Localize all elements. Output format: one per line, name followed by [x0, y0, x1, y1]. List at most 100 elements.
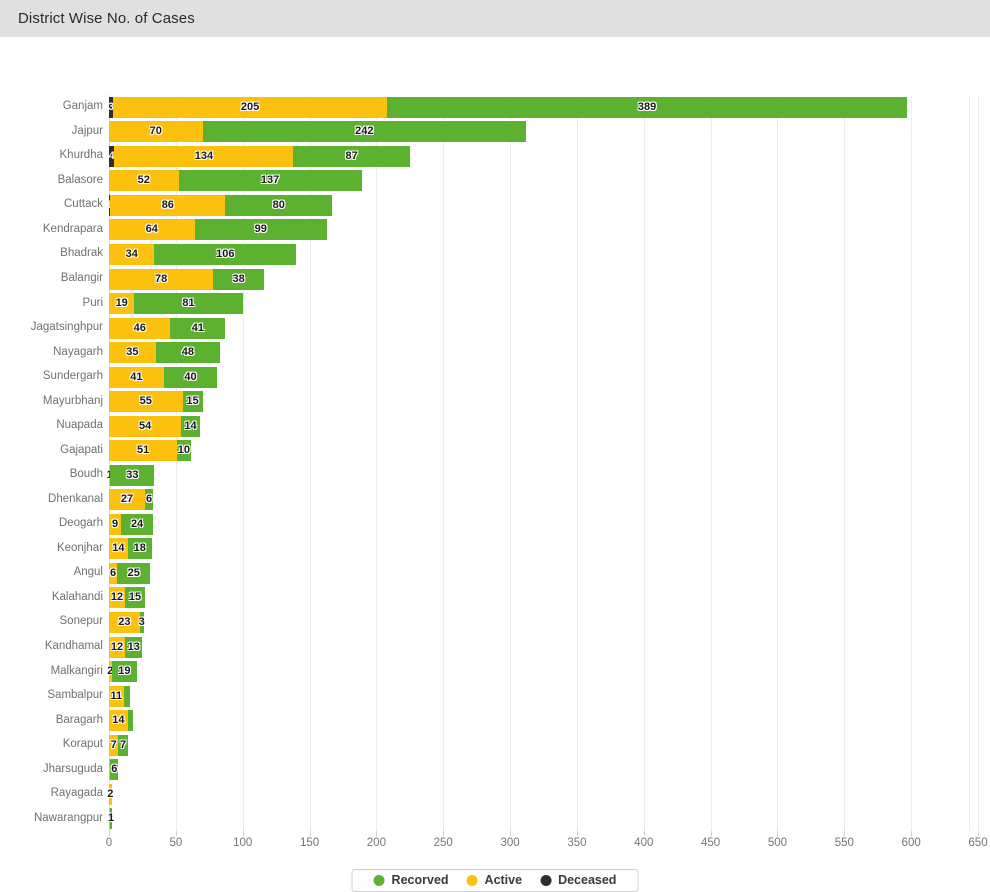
- bar-segment-recovered[interactable]: 106: [154, 243, 297, 265]
- bar-segment-recovered[interactable]: 19: [111, 661, 138, 683]
- bar-segment-recovered[interactable]: 1: [108, 808, 114, 830]
- bar-segment-active[interactable]: 9: [109, 513, 122, 535]
- bar-segment-recovered[interactable]: 99: [194, 219, 327, 241]
- bar-segment-active[interactable]: 27: [109, 489, 146, 511]
- bar-segment-recovered[interactable]: 14: [181, 415, 200, 437]
- bar-segment-active[interactable]: 6: [109, 562, 118, 584]
- bar-segment-active[interactable]: 78: [109, 268, 214, 290]
- bar-segment-active[interactable]: 70: [109, 121, 203, 143]
- bar-row[interactable]: 35 48: [109, 342, 978, 364]
- bar-row[interactable]: 11: [109, 685, 978, 707]
- bar-row[interactable]: 18680: [107, 194, 978, 216]
- bar-segment-active[interactable]: 86: [110, 194, 226, 216]
- bar-segment-recovered[interactable]: 6: [110, 759, 119, 781]
- bar-row[interactable]: 2 19: [107, 661, 978, 683]
- bar-segment-recovered[interactable]: 48: [155, 342, 220, 364]
- bar-value-label: 106: [216, 247, 235, 260]
- bar-segment-recovered[interactable]: 137: [178, 170, 362, 192]
- plot-right-edge: [969, 95, 970, 831]
- bar-segment-active[interactable]: 11: [109, 685, 124, 707]
- bar-segment-active[interactable]: 134: [114, 145, 294, 167]
- bar-row[interactable]: 12 15: [109, 587, 978, 609]
- bar-row[interactable]: 46 41: [109, 317, 978, 339]
- bar-segment-active[interactable]: 41: [109, 366, 164, 388]
- bar-segment-active[interactable]: 64: [109, 219, 195, 241]
- bar-segment-recovered[interactable]: 33: [110, 464, 155, 486]
- bar-segment-recovered[interactable]: 15: [125, 587, 146, 609]
- bar-segment-active[interactable]: 23: [109, 611, 140, 633]
- bar-segment-active[interactable]: 12: [109, 587, 126, 609]
- bar-segment-recovered[interactable]: 87: [293, 145, 410, 167]
- bar-segment-active[interactable]: 55: [109, 391, 183, 413]
- bar-segment-recovered[interactable]: 81: [134, 293, 243, 315]
- bar-value-label: 19: [118, 665, 131, 678]
- bar-segment-recovered[interactable]: 242: [202, 121, 527, 143]
- bar-row[interactable]: 70 242: [109, 121, 978, 143]
- bar-segment-recovered[interactable]: 25: [117, 562, 151, 584]
- bar-segment-recovered[interactable]: [123, 685, 131, 707]
- bar-row[interactable]: 52 137: [109, 170, 978, 192]
- bar-segment-active[interactable]: 7: [109, 734, 119, 756]
- bar-segment-recovered[interactable]: 15: [182, 391, 203, 413]
- bar-segment-recovered[interactable]: 24: [121, 513, 154, 535]
- bar-segment-recovered[interactable]: 80: [225, 194, 333, 216]
- bar-value-label: 13: [127, 640, 140, 653]
- bar-row[interactable]: 19 81: [109, 293, 978, 315]
- x-tick-label: 150: [299, 837, 320, 849]
- bar-row[interactable]: 41 40: [109, 366, 978, 388]
- bar-row[interactable]: 6: [109, 759, 978, 781]
- bar-row[interactable]: 51 10: [109, 440, 978, 462]
- bar-row[interactable]: 2: [107, 783, 978, 805]
- bar-segment-recovered[interactable]: [127, 710, 134, 732]
- bar-value-label: 12: [110, 591, 124, 604]
- bar-row[interactable]: 27 6: [109, 489, 978, 511]
- bar-row[interactable]: 55 15: [109, 391, 978, 413]
- bar-segment-recovered[interactable]: 41: [170, 317, 226, 339]
- bar-row[interactable]: 1: [108, 808, 978, 830]
- bar-row[interactable]: 9 24: [109, 513, 978, 535]
- bar-segment-recovered[interactable]: 18: [127, 538, 152, 560]
- bar-row[interactable]: 12 13: [109, 636, 978, 658]
- bar-segment-active[interactable]: 54: [109, 415, 182, 437]
- bar-row[interactable]: 64 99: [109, 219, 978, 241]
- bar-segment-active[interactable]: 19: [109, 293, 135, 315]
- bar-row[interactable]: 133: [107, 464, 978, 486]
- bar-segment-recovered[interactable]: 6: [145, 489, 154, 511]
- bar-value-label: 64: [145, 223, 158, 236]
- bar-segment-active[interactable]: 205: [113, 96, 388, 118]
- bar-segment-active[interactable]: 35: [109, 342, 156, 364]
- bar-row[interactable]: 77: [109, 734, 978, 756]
- bar-row[interactable]: 34 106: [109, 243, 978, 265]
- bar-row[interactable]: 78 38: [109, 268, 978, 290]
- bar-segment-active[interactable]: 46: [109, 317, 171, 339]
- bar-value-label: 23: [118, 615, 131, 628]
- bar-segment-active[interactable]: 2: [107, 783, 113, 805]
- bar-segment-active[interactable]: 14: [109, 710, 128, 732]
- bar-row[interactable]: 3 205 389: [108, 96, 978, 118]
- bar-value-label: 25: [127, 566, 140, 579]
- bar-segment-recovered[interactable]: 7: [118, 734, 128, 756]
- bar-row[interactable]: 14: [109, 710, 978, 732]
- legend-item[interactable]: Deceased: [531, 874, 625, 887]
- bar-row[interactable]: 23 3: [109, 611, 978, 633]
- bar-segment-recovered[interactable]: 3: [139, 611, 145, 633]
- x-tick-mark: [309, 831, 311, 836]
- bar-segment-active[interactable]: 12: [109, 636, 126, 658]
- bar-segment-recovered[interactable]: 10: [177, 440, 191, 462]
- bar-segment-active[interactable]: 14: [109, 538, 128, 560]
- legend-item[interactable]: Active: [458, 874, 532, 887]
- bar-row[interactable]: 54 14: [109, 415, 978, 437]
- bar-segment-recovered[interactable]: 38: [213, 268, 265, 290]
- bar-segment-recovered[interactable]: 389: [387, 96, 908, 118]
- bar-segment-active[interactable]: 52: [109, 170, 179, 192]
- bar-segment-active[interactable]: 51: [109, 440, 178, 462]
- bar-row[interactable]: 4 134 87: [109, 145, 978, 167]
- bar-value-label: 242: [355, 125, 374, 138]
- bar-segment-active[interactable]: 34: [109, 243, 155, 265]
- bar-row[interactable]: 14 18: [109, 538, 978, 560]
- bar-value-label: 9: [111, 517, 119, 530]
- bar-segment-recovered[interactable]: 40: [163, 366, 218, 388]
- bar-row[interactable]: 6 25: [109, 562, 978, 584]
- legend-item[interactable]: Recorved: [365, 874, 458, 887]
- bar-segment-recovered[interactable]: 13: [125, 636, 143, 658]
